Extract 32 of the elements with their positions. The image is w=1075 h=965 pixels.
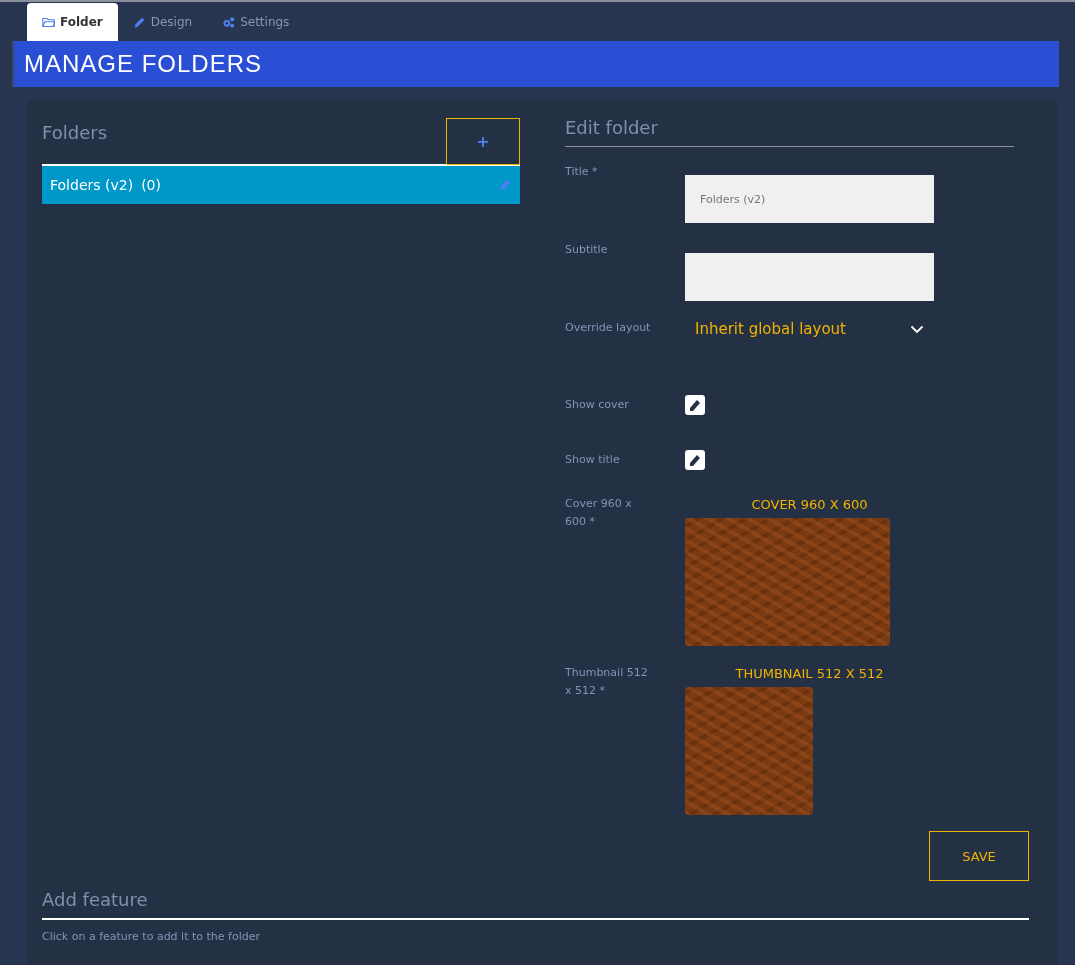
section-title: Folders <box>42 122 107 143</box>
image-caption: THUMBNAIL 512 X 512 <box>734 666 885 681</box>
field-label: Show cover <box>565 397 630 412</box>
field-label: Title * <box>565 164 599 180</box>
folder-count: (0) <box>141 177 161 193</box>
input-field[interactable]: Folders (v2) <box>685 175 934 223</box>
field-label: Subtitle <box>565 242 609 258</box>
chevron-down-icon <box>910 324 924 334</box>
hint-text: Click on a feature to add it to the folder <box>42 930 261 943</box>
page-title: MANAGE FOLDERS <box>23 50 263 78</box>
tab[interactable]: Settings <box>207 3 305 41</box>
gears-icon <box>222 15 236 29</box>
pencil-icon <box>132 15 146 29</box>
checkbox[interactable] <box>685 449 705 470</box>
field-label: Override layout <box>565 320 652 336</box>
folder-icon <box>42 15 55 29</box>
save-button[interactable]: SAVE <box>929 831 1029 881</box>
folder-name: Folders (v2) <box>50 177 134 193</box>
field-label: Thumbnail 512 x 512 * <box>565 665 649 699</box>
checkbox[interactable] <box>685 394 705 415</box>
tab[interactable]: Folder <box>27 3 118 41</box>
image-caption: COVER 960 X 600 <box>750 497 869 512</box>
layout-dropdown[interactable]: Inherit global layout <box>685 313 934 345</box>
tab[interactable]: Design <box>117 3 208 41</box>
section-title: Add feature <box>42 889 148 910</box>
edit-icon <box>498 178 512 192</box>
field-label: Show title <box>565 452 621 467</box>
field-label: Cover 960 x 600 * <box>565 496 633 530</box>
folder-list-item[interactable]: Folders (v2) (0) <box>42 166 520 204</box>
input-field[interactable] <box>685 253 934 301</box>
section-title: Edit folder <box>565 117 658 138</box>
add-button[interactable]: + <box>446 118 520 165</box>
